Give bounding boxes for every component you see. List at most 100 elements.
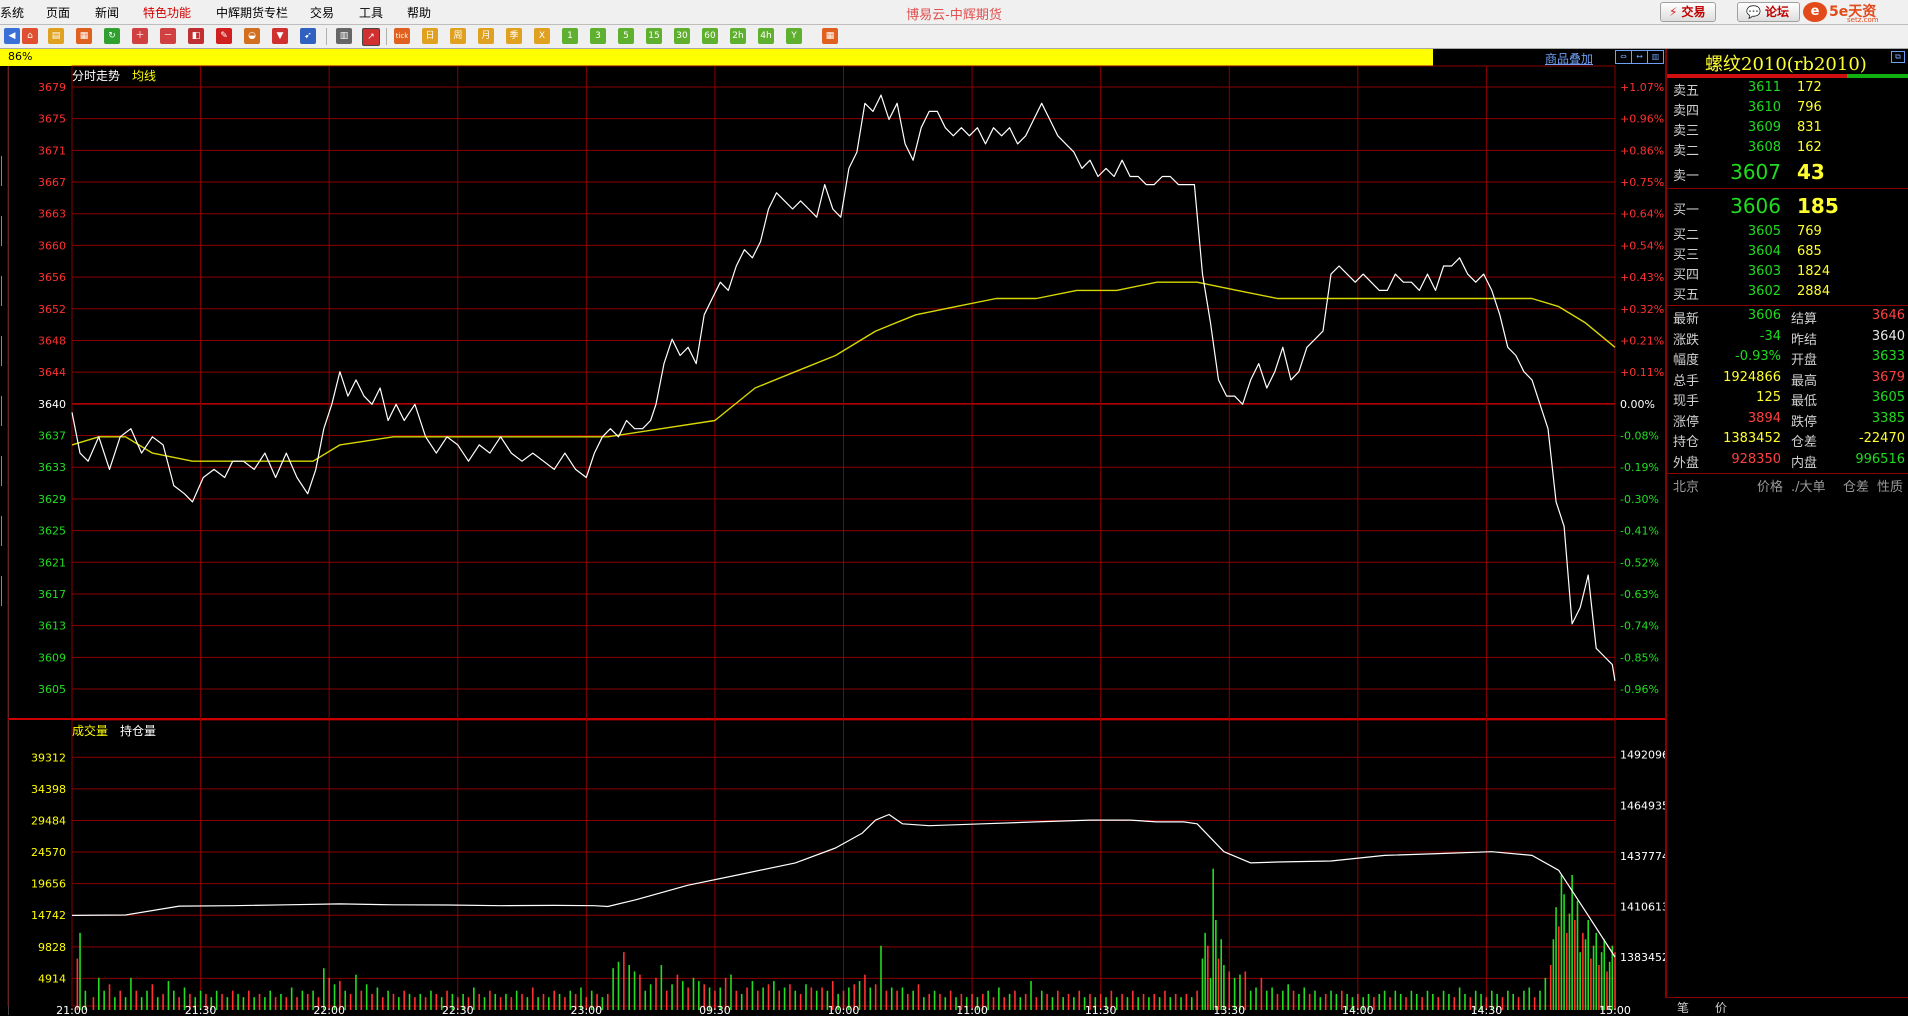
stat-value: 996516 [1855,451,1905,467]
oi-tick-label: 1437774 [1620,850,1665,863]
stat-value: 3605 [1871,390,1905,405]
bid-volume: 2884 [1797,284,1831,299]
price-tick-label: 3675 [38,113,66,126]
pct-tick-label: +0.75% [1620,176,1664,189]
time-tick-label: 21:30 [185,1004,217,1015]
ask-volume: 162 [1797,140,1822,155]
stat-value: 3894 [1747,410,1781,426]
volume-bars [76,868,1616,1010]
price-tick-label: 3617 [38,588,66,601]
ask-label: 卖四 [1673,104,1700,119]
stat-label: 涨跌 [1673,332,1700,348]
bid1-label: 买一 [1673,203,1700,218]
price-tick-label: 3648 [38,334,66,347]
stat-label: 仓差 [1791,435,1818,450]
bid-price: 3604 [1747,244,1781,259]
quote-panel: 螺纹2010(rb2010) ⧉ 卖五 3611 172 卖四 3610 796 卖三 360… [1665,49,1908,1015]
bid-volume: 1824 [1797,264,1831,279]
time-tick-label: 10:00 [828,1004,860,1015]
price-tick-label: 3625 [38,525,66,538]
intraday-chart[interactable]: 分时走势 均线 成交量 持仓量 3679 +1.07% 3675 +0.96% 3671… [0,0,1665,1015]
stat-value: -22470 [1858,431,1905,446]
bid-price: 3605 [1747,224,1781,239]
forum-button[interactable]: 💬 论坛 [1737,2,1800,22]
price-tick-label: 3621 [38,556,66,569]
price-tick-label: 3667 [38,176,66,189]
price-tick-label: 3644 [38,366,66,379]
pct-tick-label: +0.96% [1620,113,1664,126]
pct-tick-label: -0.19% [1620,461,1659,474]
quote-divider [1667,305,1908,306]
volume-tick-label: 34398 [31,783,66,796]
stat-label: 开盘 [1791,353,1818,368]
pct-tick-label: -0.63% [1620,588,1659,601]
header-bar-red [1667,74,1847,78]
price-tick-label: 3640 [38,398,66,411]
price-tick-label: 3637 [38,430,66,443]
oi-tick-label: 1464935 [1620,799,1665,812]
bid-volume: 769 [1797,224,1822,239]
quote-divider [1667,473,1908,474]
volume-legend-oi: 持仓量 [120,723,156,738]
tab-price[interactable]: 价 [1715,999,1727,1016]
pct-tick-label: -0.52% [1620,556,1659,569]
stat-value: 3679 [1871,369,1905,385]
stat-label: 最低 [1791,394,1818,409]
lightning-icon: ⚡ [1669,5,1678,19]
time-tick-label: 09:30 [699,1004,731,1015]
stat-value: 928350 [1731,451,1781,467]
ask-price: 3611 [1747,80,1781,95]
volume-tick-label: 14742 [31,909,66,922]
footer-oi-diff: 仓差 [1843,480,1870,495]
bid-label: 买三 [1673,248,1700,263]
stat-value: 1383452 [1723,431,1781,446]
price-tick-label: 3652 [38,303,66,316]
volume-legend-vol: 成交量 [72,723,108,738]
pct-tick-label: +0.54% [1620,239,1664,252]
bid1-volume: 185 [1797,194,1839,218]
price-tick-label: 3671 [38,144,66,157]
volume-tick-label: 24570 [31,846,66,859]
time-tick-label: 14:30 [1471,1004,1503,1015]
pct-tick-label: +0.21% [1620,334,1664,347]
pct-tick-label: +0.11% [1620,366,1664,379]
pct-tick-label: -0.85% [1620,651,1659,664]
stat-value: 3640 [1871,328,1905,344]
ask-volume: 831 [1797,120,1822,135]
trade-button-label: 交易 [1681,5,1706,19]
time-tick-label: 22:00 [313,1004,345,1015]
ask-label: 卖五 [1673,84,1700,99]
stat-label: 外盘 [1673,455,1700,471]
stat-label: 结算 [1791,312,1818,327]
ask-label: 卖二 [1673,144,1700,159]
stat-label: 幅度 [1673,353,1700,368]
tab-ticks[interactable]: 笔 [1677,999,1689,1016]
pct-tick-label: +1.07% [1620,81,1664,94]
ask-label: 卖三 [1673,124,1700,139]
chart-labels: 分时走势 均线 成交量 持仓量 3679 +1.07% 3675 +0.96% 3671… [31,69,1665,1015]
chart-grid [7,65,1665,1007]
stat-value: 3633 [1871,349,1905,364]
pct-tick-label: -0.30% [1620,493,1659,506]
time-tick-label: 21:00 [56,1004,88,1015]
price-tick-label: 3660 [38,239,66,252]
popout-icon[interactable]: ⧉ [1891,51,1905,63]
stat-label: 涨停 [1673,414,1700,430]
stat-label: 内盘 [1791,455,1818,471]
time-tick-label: 23:00 [570,1004,602,1015]
trade-button[interactable]: ⚡ 交易 [1660,2,1717,22]
stat-value: 3606 [1747,308,1781,323]
pct-tick-label: +0.43% [1620,271,1664,284]
quote-divider [1667,188,1908,189]
bottom-tabs: 笔 价 [1665,997,1908,1016]
footer-big-order: ./大单 [1791,480,1826,495]
chat-bubble-icon: 💬 [1746,5,1761,19]
price-tick-label: 3656 [38,271,66,284]
price-legend-avg: 均线 [132,69,156,83]
bid-volume: 685 [1797,244,1822,259]
stat-value: 125 [1756,390,1781,405]
stat-label: 跌停 [1791,414,1818,430]
ask-price: 3610 [1747,100,1781,115]
pct-tick-label: -0.41% [1620,525,1659,538]
oi-tick-label: 1410613 [1620,900,1665,913]
